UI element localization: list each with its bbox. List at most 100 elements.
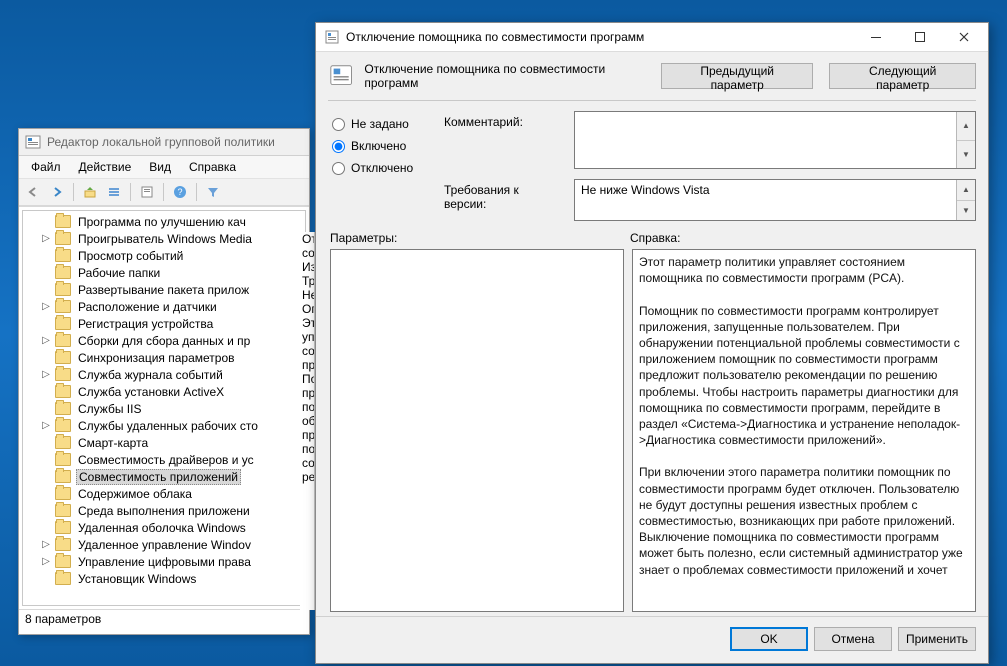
folder-icon: [55, 232, 71, 245]
radio-disabled[interactable]: Отключено: [330, 157, 434, 179]
tree-item[interactable]: Служба установки ActiveX: [23, 383, 305, 400]
spin-down-icon[interactable]: ▼: [957, 141, 975, 169]
tree-item[interactable]: Развертывание пакета прилож: [23, 281, 305, 298]
tree-item-label: Регистрация устройства: [76, 317, 215, 331]
folder-icon: [55, 249, 71, 262]
tree-item-label: Синхронизация параметров: [76, 351, 237, 365]
tree-item[interactable]: ▷ Проигрыватель Windows Media: [23, 230, 305, 247]
previous-setting-button[interactable]: Предыдущий параметр: [661, 63, 813, 89]
folder-icon: [55, 453, 71, 466]
cancel-button[interactable]: Отмена: [814, 627, 892, 651]
folder-icon: [55, 521, 71, 534]
tree-item-label: Удаленное управление Windov: [76, 538, 253, 552]
props-icon[interactable]: [137, 182, 157, 202]
radio-not-configured-input[interactable]: [332, 118, 345, 131]
ok-button[interactable]: OK: [730, 627, 808, 651]
gpo-tree[interactable]: Программа по улучшению кач ▷ Проигрыватель…: [22, 210, 306, 606]
tree-item-label: Проигрыватель Windows Media: [76, 232, 254, 246]
expander-icon[interactable]: ▷: [41, 539, 51, 550]
folder-icon: [55, 351, 71, 364]
tree-item-label: Сборки для сбора данных и пр: [76, 334, 252, 348]
tree-item[interactable]: Просмотр событий: [23, 247, 305, 264]
folder-icon: [55, 283, 71, 296]
apply-button[interactable]: Применить: [898, 627, 976, 651]
expander-icon[interactable]: ▷: [41, 556, 51, 567]
gpo-app-icon: [25, 134, 41, 150]
help-label: Справка:: [630, 231, 976, 245]
tree-item[interactable]: ▷Служба журнала событий: [23, 366, 305, 383]
dialog-titlebar[interactable]: Отключение помощника по совместимости пр…: [316, 23, 988, 52]
tree-item[interactable]: Совместимость приложений: [23, 468, 305, 485]
tree-item-label: Служба установки ActiveX: [76, 385, 226, 399]
list-icon[interactable]: [104, 182, 124, 202]
folder-icon: [55, 215, 71, 228]
dialog-title-text: Отключение помощника по совместимости пр…: [346, 30, 854, 44]
folder-icon: [55, 572, 71, 585]
up-icon[interactable]: [80, 182, 100, 202]
gpo-toolbar: ?: [19, 179, 309, 206]
folder-icon: [55, 300, 71, 313]
tree-item[interactable]: ▷Расположение и датчики: [23, 298, 305, 315]
help-icon[interactable]: ?: [170, 182, 190, 202]
next-setting-button[interactable]: Следующий параметр: [829, 63, 976, 89]
tree-item[interactable]: Удаленная оболочка Windows: [23, 519, 305, 536]
radio-disabled-input[interactable]: [332, 162, 345, 175]
expander-icon[interactable]: ▷: [41, 335, 51, 346]
filter-icon[interactable]: [203, 182, 223, 202]
tree-item[interactable]: Службы IIS: [23, 400, 305, 417]
radio-enabled[interactable]: Включено: [330, 135, 434, 157]
radio-enabled-input[interactable]: [332, 140, 345, 153]
menu-view[interactable]: Вид: [141, 158, 179, 176]
gpo-titlebar[interactable]: Редактор локальной групповой политики: [19, 129, 309, 156]
expander-icon[interactable]: ▷: [41, 420, 51, 431]
tree-item[interactable]: Регистрация устройства: [23, 315, 305, 332]
folder-icon: [55, 334, 71, 347]
expander-icon[interactable]: ▷: [41, 369, 51, 380]
close-button[interactable]: [942, 23, 986, 51]
tree-item[interactable]: Рабочие папки: [23, 264, 305, 281]
comment-text[interactable]: [575, 112, 956, 168]
tree-item[interactable]: Программа по улучшению кач: [23, 213, 305, 230]
tree-item[interactable]: Содержимое облака: [23, 485, 305, 502]
tree-item-label: Программа по улучшению кач: [76, 215, 248, 229]
folder-icon: [55, 419, 71, 432]
minimize-button[interactable]: [854, 23, 898, 51]
tree-item-label: Просмотр событий: [76, 249, 185, 263]
help-box[interactable]: Этот параметр политики управляет состоян…: [632, 249, 976, 612]
radio-not-configured[interactable]: Не задано: [330, 113, 434, 135]
menu-help[interactable]: Справка: [181, 158, 244, 176]
spin-down-icon[interactable]: ▼: [957, 201, 975, 221]
gpo-title-text: Редактор локальной групповой политики: [47, 135, 275, 149]
tree-item[interactable]: ▷ Сборки для сбора данных и пр: [23, 332, 305, 349]
folder-icon: [55, 555, 71, 568]
tree-item[interactable]: Смарт-карта: [23, 434, 305, 451]
policy-icon: [328, 62, 354, 90]
comment-label: Комментарий:: [444, 111, 564, 129]
back-icon[interactable]: [23, 182, 43, 202]
tree-item-label: Рабочие папки: [76, 266, 162, 280]
expander-icon[interactable]: ▷: [41, 233, 51, 244]
forward-icon[interactable]: [47, 182, 67, 202]
spin-up-icon[interactable]: ▲: [957, 112, 975, 141]
menu-file[interactable]: Файл: [23, 158, 69, 176]
comment-field[interactable]: ▲ ▼: [574, 111, 976, 169]
tree-item[interactable]: Синхронизация параметров: [23, 349, 305, 366]
tree-item[interactable]: Совместимость драйверов и ус: [23, 451, 305, 468]
tree-item[interactable]: ▷ Службы удаленных рабочих сто: [23, 417, 305, 434]
comment-spinner: ▲ ▼: [956, 112, 975, 168]
tree-item[interactable]: ▷ Удаленное управление Windov: [23, 536, 305, 553]
tree-item-label: Совместимость приложений: [76, 469, 241, 485]
tree-item-label: Службы удаленных рабочих сто: [76, 419, 260, 433]
supported-on-label: Требования к версии:: [444, 179, 564, 211]
options-label: Параметры:: [330, 231, 630, 245]
folder-icon: [55, 385, 71, 398]
spin-up-icon[interactable]: ▲: [957, 180, 975, 201]
dialog-button-row: OK Отмена Применить: [316, 616, 988, 663]
tree-item[interactable]: Установщик Windows: [23, 570, 305, 587]
expander-icon[interactable]: ▷: [41, 301, 51, 312]
tree-item[interactable]: ▷ Управление цифровыми права: [23, 553, 305, 570]
menu-action[interactable]: Действие: [71, 158, 140, 176]
tree-item-label: Управление цифровыми права: [76, 555, 253, 569]
tree-item[interactable]: Среда выполнения приложени: [23, 502, 305, 519]
maximize-button[interactable]: [898, 23, 942, 51]
